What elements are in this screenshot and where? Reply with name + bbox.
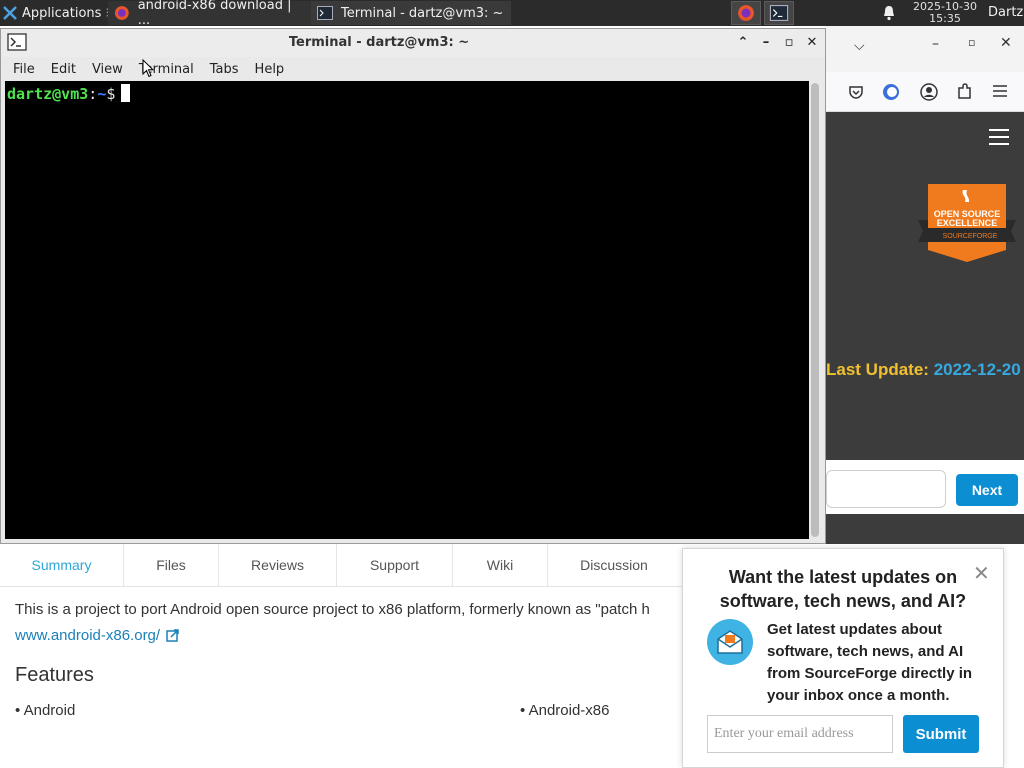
features-heading: Features	[15, 664, 94, 686]
newsletter-title: Want the latest updates on software, tec…	[719, 567, 967, 611]
pocket-icon[interactable]	[848, 84, 864, 100]
email-field[interactable]: Enter your email address	[707, 715, 893, 753]
feature-item: • Android	[15, 702, 76, 719]
mouse-cursor-icon	[142, 59, 154, 78]
window-maximize-button[interactable]: ▫	[780, 33, 798, 51]
hamburger-menu-icon[interactable]	[988, 128, 1010, 146]
taskbar-task-browser-label: android-x86 download | ...	[137, 0, 292, 28]
terminal-scrollbar[interactable]	[811, 83, 819, 537]
browser-tabbar: ⌵ – ▫ ✕	[826, 26, 1024, 72]
menu-view[interactable]: View	[80, 62, 123, 77]
applications-label: Applications	[22, 5, 102, 21]
user-menu[interactable]: Dartz	[988, 5, 1023, 20]
window-close-button[interactable]: ✕	[803, 33, 821, 51]
newsletter-body: Get latest updates about software, tech …	[767, 621, 973, 704]
browser-close-button[interactable]: ✕	[1000, 35, 1012, 51]
prompt-user: dartz@vm3	[7, 85, 89, 103]
terminal-icon	[769, 5, 789, 21]
last-update: Last Update: 2022-12-20	[826, 360, 1021, 380]
xfce-logo-icon	[3, 6, 17, 20]
project-website-link[interactable]: www.android-x86.org/	[15, 627, 179, 644]
browser-maximize-button[interactable]: ▫	[968, 36, 975, 49]
prompt-separator: :	[88, 85, 98, 103]
open-source-excellence-badge: OPEN SOURCE EXCELLENCE SOURCEFORGE	[918, 184, 1016, 262]
applications-menu-button[interactable]: Applications ⁝	[2, 0, 110, 26]
close-icon[interactable]: ✕	[973, 561, 990, 586]
window-minimize-button[interactable]: –	[757, 33, 775, 51]
menu-terminal[interactable]: Terminal	[127, 62, 194, 77]
terminal-icon	[317, 6, 333, 20]
prompt-sign: $	[106, 85, 116, 103]
last-update-label: Last Update:	[826, 360, 929, 379]
app-menu-icon[interactable]	[992, 84, 1008, 98]
firefox-launcher[interactable]	[731, 1, 761, 25]
firefox-icon	[114, 6, 129, 20]
menu-tabs[interactable]: Tabs	[198, 62, 239, 77]
clock[interactable]: 2025-10-30 15:35	[908, 1, 982, 25]
badge-brand: SOURCEFORGE	[943, 233, 998, 240]
taskbar: Applications ⁝ android-x86 download | ..…	[0, 0, 1024, 28]
next-button[interactable]: Next	[956, 474, 1018, 506]
project-description: This is a project to port Android open s…	[15, 601, 650, 618]
firefox-icon	[738, 5, 754, 21]
prompt-path: ~	[97, 85, 107, 103]
terminal-title: Terminal - dartz@vm3: ~	[288, 35, 470, 50]
menu-file[interactable]: File	[1, 62, 35, 77]
last-update-value: 2022-12-20	[933, 360, 1021, 379]
tab-files[interactable]: Files	[124, 543, 219, 586]
terminal-menubar: File Edit View Terminal Tabs Help	[1, 57, 825, 81]
newsletter-popup: Want the latest updates on software, tec…	[682, 548, 1004, 768]
extensions-icon[interactable]	[956, 83, 973, 100]
text-cursor	[121, 84, 131, 102]
tab-reviews[interactable]: Reviews	[219, 543, 337, 586]
tab-support[interactable]: Support	[337, 543, 453, 586]
taskbar-task-terminal-label: Terminal - dartz@vm3: ~	[341, 5, 504, 21]
window-shade-button[interactable]: ⌃	[734, 33, 752, 51]
dark-strip	[826, 514, 1024, 544]
taskbar-task-browser[interactable]: android-x86 download | ...	[108, 0, 311, 28]
browser-minimize-button[interactable]: –	[932, 36, 939, 52]
feature-item: • Android-x86	[520, 702, 610, 719]
menu-help[interactable]: Help	[243, 62, 285, 77]
tab-list-chevron-icon[interactable]: ⌵	[854, 38, 865, 54]
external-link-icon	[166, 629, 179, 642]
terminal-screen[interactable]: dartz@vm3:~$	[5, 81, 809, 539]
tab-summary[interactable]: Summary	[0, 543, 124, 586]
project-website-link-text[interactable]: www.android-x86.org/	[15, 627, 160, 644]
terminal-launcher[interactable]	[764, 1, 794, 25]
project-hero	[826, 112, 1024, 460]
account-icon[interactable]	[920, 83, 938, 101]
tab-wiki[interactable]: Wiki	[453, 543, 548, 586]
submit-button[interactable]: Submit	[903, 715, 979, 753]
newsletter-envelope-icon	[707, 619, 753, 665]
clock-time: 15:35	[929, 12, 961, 25]
tab-discussion[interactable]: Discussion	[548, 543, 680, 586]
search-input[interactable]	[826, 470, 946, 508]
terminal-titlebar[interactable]: Terminal - dartz@vm3: ~ ⌃ – ▫ ✕	[1, 29, 825, 57]
browser-toolbar	[826, 72, 1024, 112]
terminal-window: Terminal - dartz@vm3: ~ ⌃ – ▫ ✕ File Edi…	[0, 28, 826, 544]
project-tabs: Summary Files Reviews Support Wiki Discu…	[0, 543, 684, 587]
badge-line2: EXCELLENCE	[937, 218, 998, 228]
vpn-icon[interactable]	[882, 83, 900, 101]
notification-bell-icon[interactable]	[882, 5, 896, 25]
menu-edit[interactable]: Edit	[39, 62, 76, 77]
taskbar-task-terminal[interactable]: Terminal - dartz@vm3: ~	[311, 1, 511, 25]
